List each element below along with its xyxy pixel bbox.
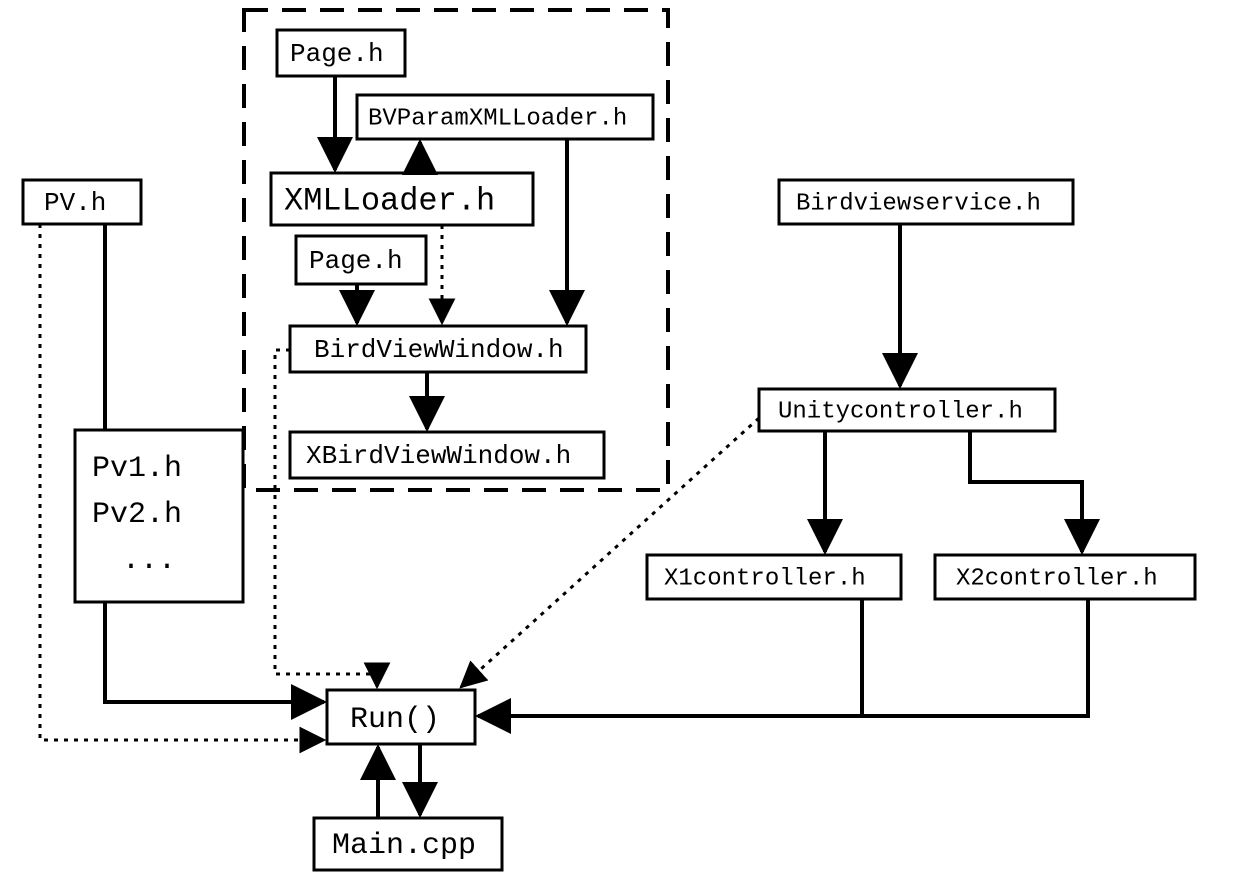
- edge-unity-x2: [970, 431, 1082, 552]
- label-bvwindow: BirdViewWindow.h: [314, 335, 564, 365]
- edge-bvwindow-run: [275, 350, 377, 687]
- edge-x1-run: [478, 599, 862, 716]
- label-xmlloader: XMLLoader.h: [284, 182, 495, 219]
- label-page-h-1: Page.h: [290, 39, 384, 69]
- label-x2ctrl: X2controller.h: [956, 565, 1158, 592]
- label-pv-ell: ...: [122, 544, 176, 578]
- edge-pvlist-run: [105, 602, 324, 702]
- label-xbvwindow: XBirdViewWindow.h: [306, 441, 571, 471]
- dependency-diagram: PV.h Pv1.h Pv2.h ... Page.h BVParamXMLLo…: [0, 0, 1240, 889]
- label-unityctrl: Unitycontroller.h: [778, 398, 1023, 425]
- label-pv2: Pv2.h: [92, 498, 182, 532]
- label-run: Run(): [350, 703, 440, 737]
- label-main: Main.cpp: [332, 829, 476, 863]
- label-bvparam: BVParamXMLLoader.h: [368, 105, 627, 132]
- label-pv1: Pv1.h: [92, 452, 182, 486]
- label-page-h-2: Page.h: [309, 246, 403, 276]
- label-x1ctrl: X1controller.h: [664, 565, 866, 592]
- label-bvservice: Birdviewservice.h: [796, 190, 1041, 217]
- label-pv-h: PV.h: [44, 188, 106, 218]
- edge-x2-run: [862, 599, 1088, 716]
